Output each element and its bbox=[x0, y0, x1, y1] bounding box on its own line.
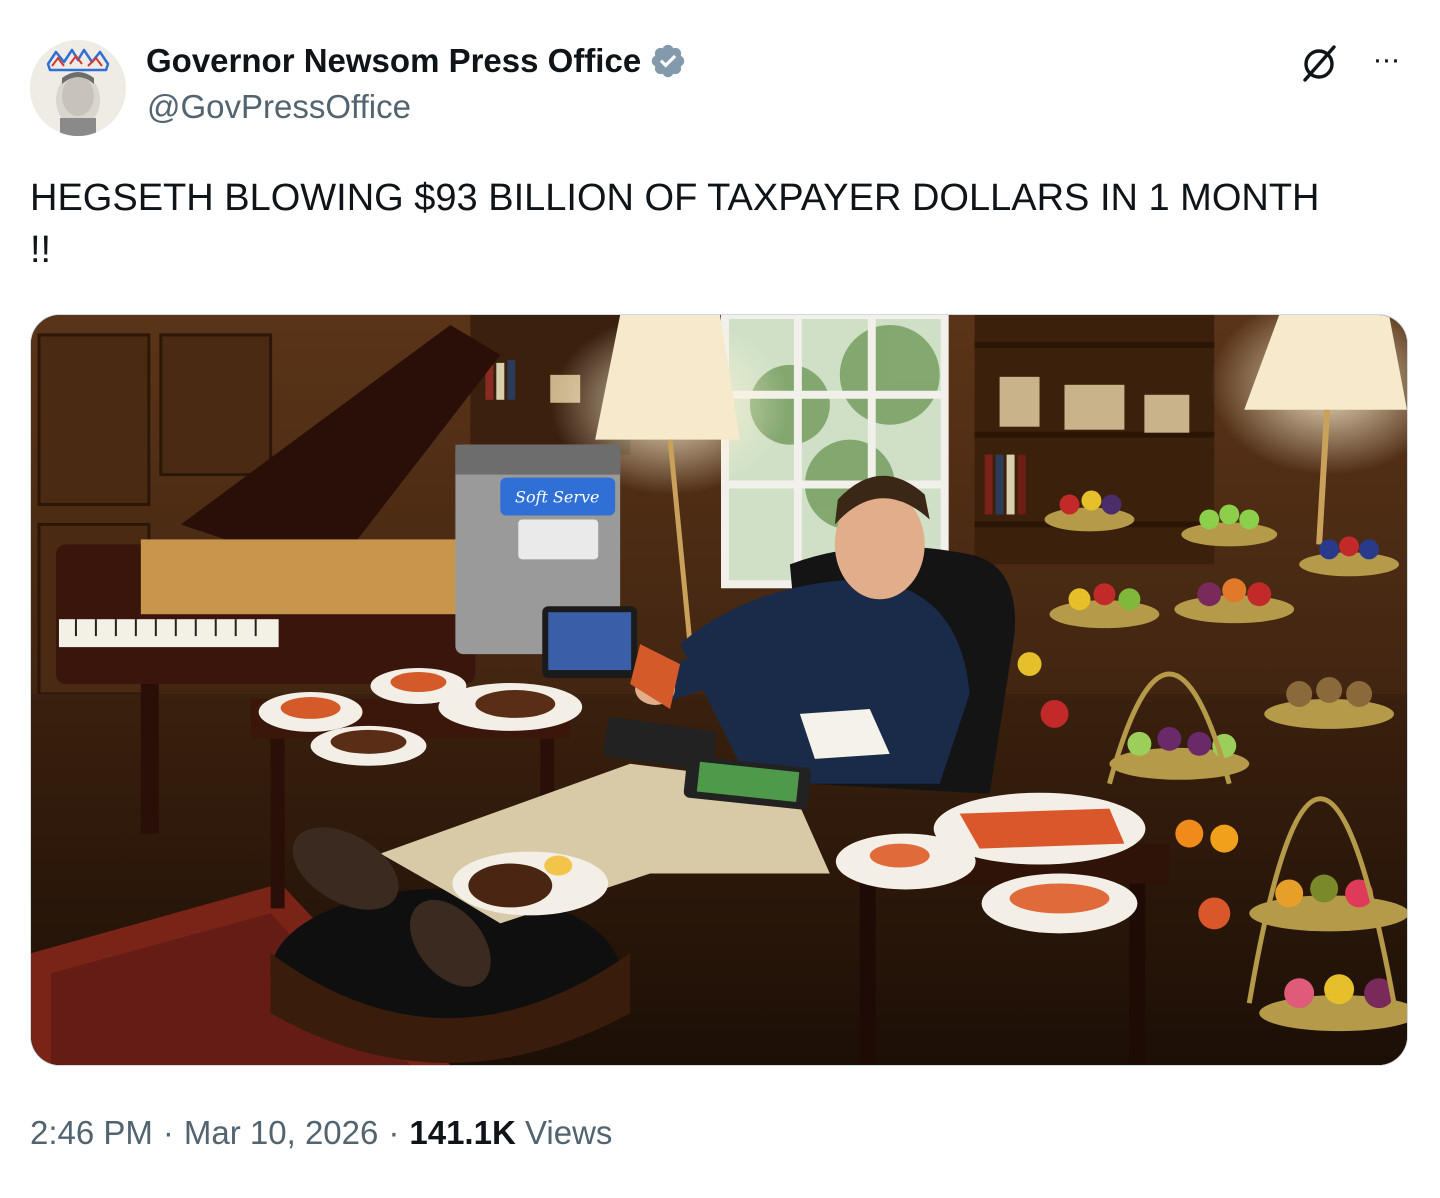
author-handle[interactable]: @GovPressOffice bbox=[147, 88, 411, 126]
soft-serve-sign: Soft Serve bbox=[515, 488, 599, 507]
more-ellipsis-icon[interactable]: ··· bbox=[1362, 38, 1410, 82]
meta-separator: · bbox=[388, 1114, 400, 1151]
avatar-image bbox=[30, 40, 126, 136]
verified-badge-icon bbox=[651, 44, 685, 78]
tweet-media-image[interactable]: Soft Serve bbox=[30, 314, 1408, 1066]
tweet-meta-row: 2:46 PM · Mar 10, 2026 · 141.1K Views bbox=[30, 1110, 612, 1156]
views-label: Views bbox=[524, 1114, 613, 1151]
tweet-date[interactable]: Mar 10, 2026 bbox=[184, 1114, 378, 1152]
author-display-name[interactable]: Governor Newsom Press Office bbox=[146, 42, 641, 80]
views-count: 141.1K bbox=[409, 1114, 516, 1151]
avatar[interactable] bbox=[30, 40, 126, 136]
media-illustration: Soft Serve bbox=[31, 315, 1407, 1065]
tweet-time[interactable]: 2:46 PM bbox=[30, 1114, 153, 1152]
views-group[interactable]: 141.1K Views bbox=[409, 1114, 612, 1152]
meta-separator: · bbox=[162, 1114, 174, 1151]
tweet-text: HEGSETH BLOWING $93 BILLION OF TAXPAYER … bbox=[30, 177, 1320, 271]
grok-slash-icon[interactable] bbox=[1296, 40, 1342, 86]
author-name-row[interactable]: Governor Newsom Press Office bbox=[146, 40, 687, 82]
